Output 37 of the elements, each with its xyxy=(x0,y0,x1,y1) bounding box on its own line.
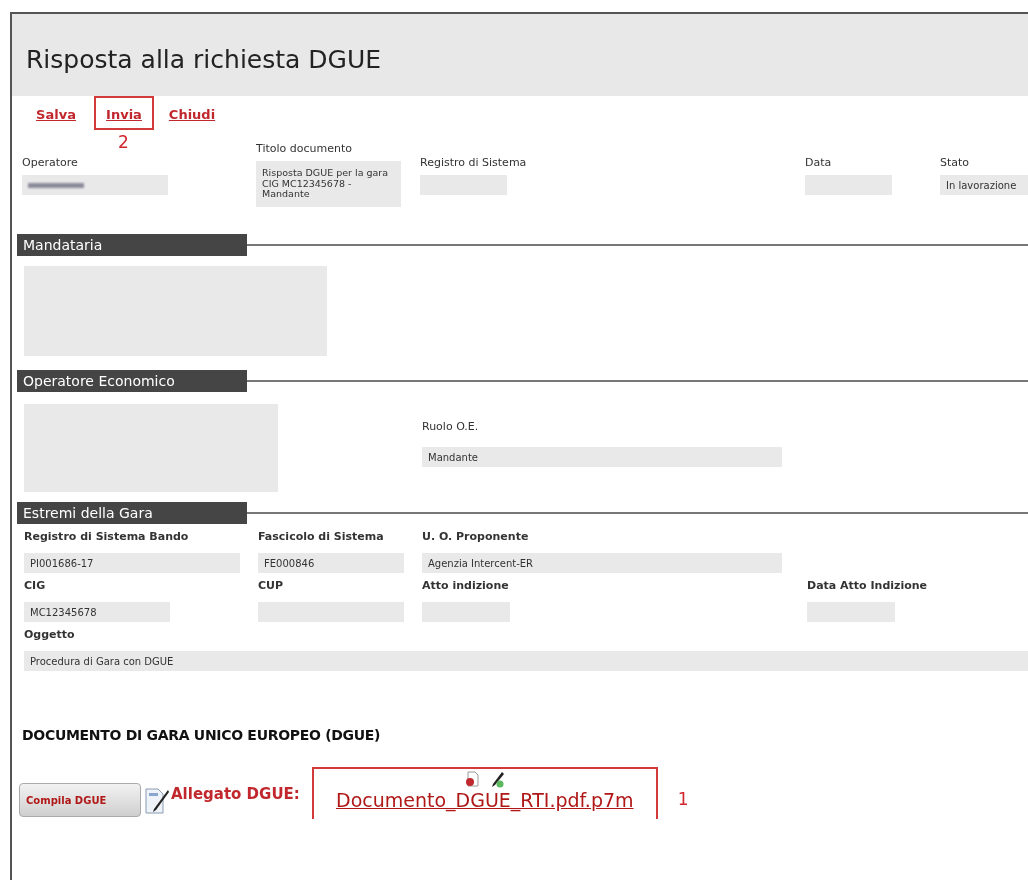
field-label: CIG xyxy=(24,579,47,592)
field-label: Operatore xyxy=(22,156,79,169)
field-label: Oggetto xyxy=(24,628,76,641)
input-field[interactable]: Procedura di Gara con DGUE xyxy=(24,651,1028,671)
section-header: Mandataria xyxy=(17,234,247,256)
field-label: Stato xyxy=(940,156,971,169)
toolbar-link[interactable]: Invia xyxy=(94,96,154,130)
field-label: Titolo documento xyxy=(256,142,353,155)
field-label: Registro di Sistema xyxy=(420,156,528,169)
field-label: U. O. Proponente xyxy=(422,530,530,543)
field-label: Data Atto Indizione xyxy=(807,579,929,592)
callout-number: 1 xyxy=(677,789,689,809)
field-label: Ruolo O.E. xyxy=(422,420,480,433)
input-field[interactable]: Risposta DGUE per la gara CIG MC12345678 - Mandante xyxy=(256,161,401,207)
input-field[interactable] xyxy=(22,175,168,195)
pdf-file-icon xyxy=(464,771,479,787)
toolbar-link[interactable]: Salva xyxy=(24,96,88,130)
field-label: Atto indizione xyxy=(422,579,510,592)
input-field[interactable]: Mandante xyxy=(422,447,782,467)
input-field[interactable]: PI001686-17 xyxy=(24,553,240,573)
callout-number: 2 xyxy=(118,132,129,152)
document-pen-icon xyxy=(143,787,169,815)
field-label: Fascicolo di Sistema xyxy=(258,530,385,543)
page-title: Risposta alla richiesta DGUE xyxy=(26,44,382,74)
field-label: Data xyxy=(805,156,833,169)
section-header: Operatore Economico xyxy=(17,370,247,392)
section-header: Estremi della Gara xyxy=(17,502,247,524)
input-field[interactable]: MC12345678 xyxy=(24,602,170,622)
input-field[interactable]: Agenzia Intercent-ER xyxy=(422,553,782,573)
attachment-label: Allegato DGUE: xyxy=(171,785,300,803)
field-label: Registro di Sistema Bando xyxy=(24,530,190,543)
section-heading: DOCUMENTO DI GARA UNICO EUROPEO (DGUE) xyxy=(22,727,382,743)
input-field[interactable]: FE000846 xyxy=(258,553,404,573)
field-label: CUP xyxy=(258,579,285,592)
toolbar-link[interactable]: Chiudi xyxy=(156,96,228,130)
compila-button[interactable]: Compila DGUE xyxy=(19,783,141,817)
input-field[interactable]: In lavorazione xyxy=(940,175,1028,195)
